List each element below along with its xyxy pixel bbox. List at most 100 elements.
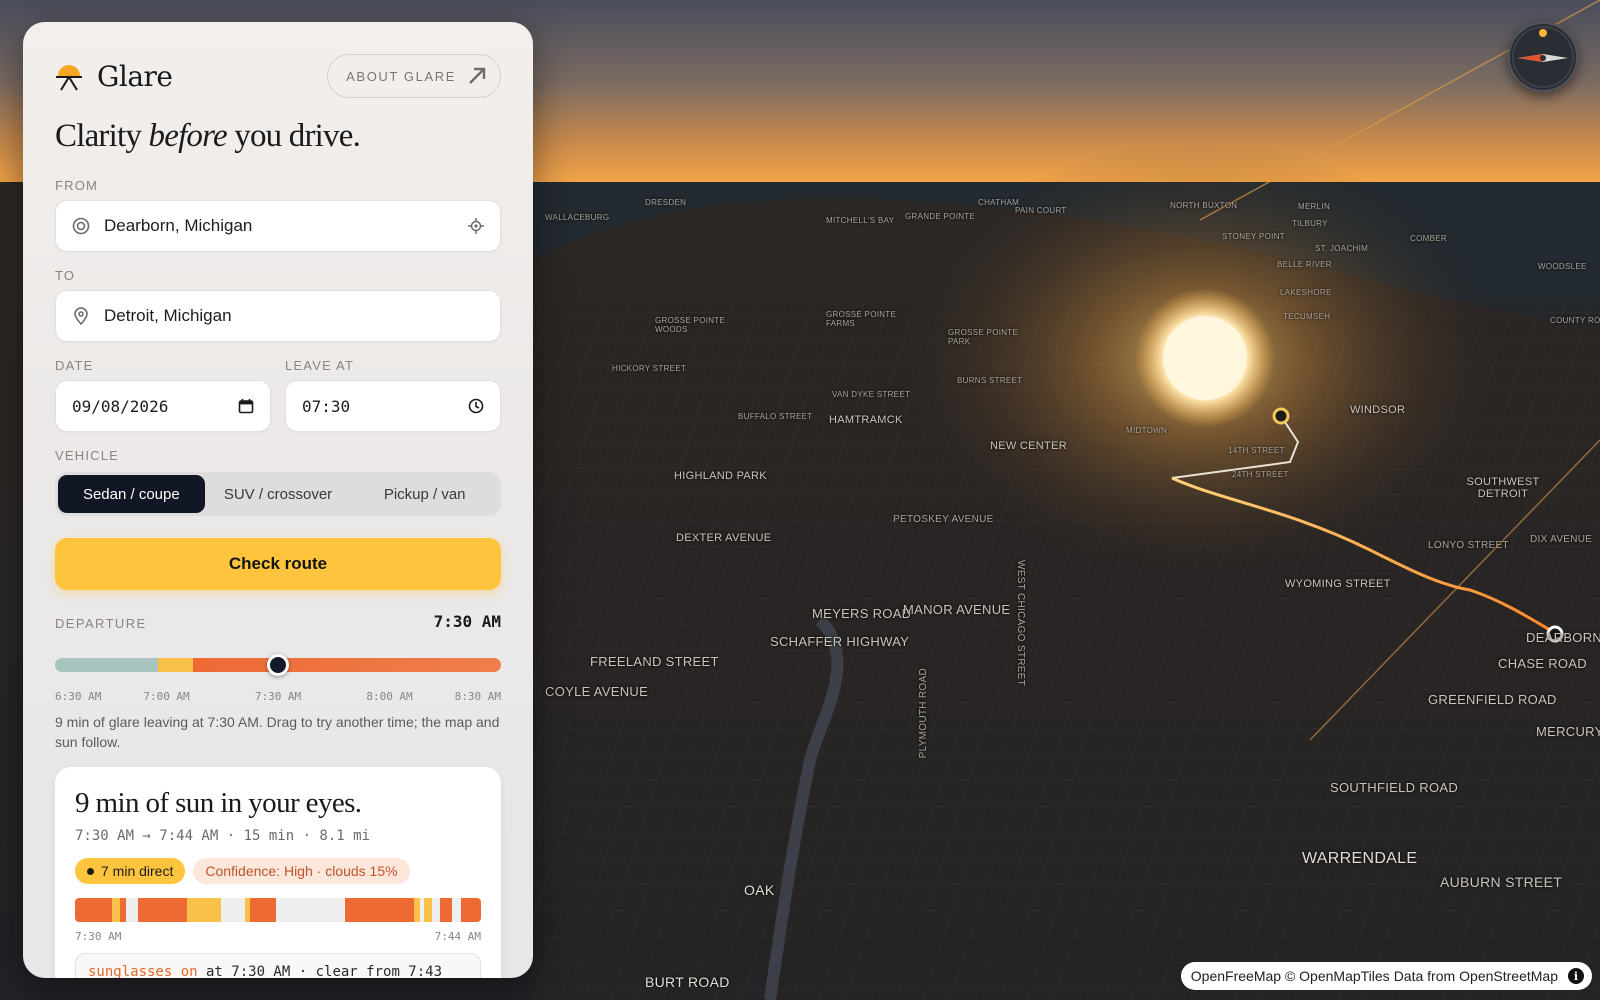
timeline-ticks: 7:30 AM 7:44 AM [75, 930, 481, 943]
clock-icon[interactable] [468, 398, 484, 414]
map-label: BUFFALO STREET [738, 412, 813, 421]
attribution-osm-link[interactable]: OpenStreetMap [1459, 968, 1558, 984]
sun-logo-icon [56, 64, 82, 91]
arrow-up-right-icon [469, 67, 486, 84]
trip-summary: 7:30 AM → 7:44 AM · 15 min · 8.1 mi [75, 828, 371, 844]
date-label: DATE [55, 358, 94, 373]
map-label: COYLE AVENUE [545, 684, 649, 699]
attribution-openmaptiles-link[interactable]: OpenFreeMap © OpenMapTiles [1191, 968, 1390, 984]
vehicle-option-pickup[interactable]: Pickup / van [351, 475, 498, 513]
map-label: AUBURN STREET [1440, 874, 1563, 890]
timeline-segment [424, 898, 433, 922]
from-field[interactable]: Dearborn, Michigan [55, 200, 501, 252]
map-label: WEST CHICAGO STREET [1015, 560, 1026, 687]
map-label: MANOR AVENUE [903, 602, 1011, 617]
calendar-icon[interactable] [238, 398, 254, 414]
map-label: MERCURY [1536, 724, 1600, 739]
departure-hint: 9 min of glare leaving at 7:30 AM. Drag … [55, 714, 500, 750]
to-label: TO [55, 268, 76, 283]
map-label: MERLIN [1298, 202, 1331, 211]
map-label: OAK [744, 882, 775, 898]
locate-me-icon[interactable] [468, 218, 484, 234]
origin-icon [72, 217, 90, 235]
timeline-segment [75, 898, 112, 922]
timeline-segment [111, 898, 120, 922]
to-field[interactable]: Detroit, Michigan [55, 290, 501, 342]
check-route-button[interactable]: Check route [55, 538, 501, 590]
timeline-segment [440, 898, 453, 922]
map-label: GRANDE POINTE [905, 212, 976, 221]
departure-label: DEPARTURE [55, 616, 147, 631]
vehicle-option-sedan[interactable]: Sedan / coupe [58, 475, 205, 513]
map-label: BURT ROAD [645, 974, 730, 990]
map-label: NEW CENTER [990, 440, 1067, 452]
tick-label: 8:30 AM [454, 690, 501, 703]
timeline-segment [249, 898, 276, 922]
map-label: COMBER [1410, 234, 1447, 243]
map-label: PAIN COURT [1015, 206, 1067, 215]
map-label: LONYO STREET [1428, 540, 1509, 551]
compass-button[interactable] [1508, 22, 1578, 92]
map-label: SOUTHFIELD ROAD [1330, 780, 1459, 795]
result-title: 9 min of sun in your eyes. [75, 787, 362, 819]
about-glare-button[interactable]: ABOUT GLARE [327, 54, 501, 98]
from-value: Dearborn, Michigan [104, 216, 253, 235]
map-label: MITCHELL'S BAY [826, 216, 895, 225]
timeline-segment [460, 898, 481, 922]
date-value: 09/08/2026 [72, 396, 169, 416]
map-label: DRESDEN [645, 198, 687, 207]
departure-slider-handle[interactable] [267, 654, 289, 676]
result-badges: 7 min direct Confidence: High · clouds 1… [75, 858, 481, 884]
tagline-pre: Clarity [55, 118, 149, 154]
time-value: 07:30 [302, 396, 351, 416]
leave-at-field[interactable]: 07:30 [285, 380, 501, 432]
map-label: TILBURY [1292, 219, 1328, 228]
timeline-segment [452, 898, 461, 922]
map-label: LAKESHORE [1280, 288, 1332, 297]
timeline-segment [275, 898, 345, 922]
map-label: GROSSE POINTE WOODS [655, 316, 726, 334]
map-label: WARRENDALE [1302, 850, 1418, 867]
tagline-emphasis: before [148, 118, 228, 154]
glare-timeline [75, 898, 481, 922]
advice-warning: sunglasses on [88, 964, 198, 978]
timeline-segment [432, 898, 441, 922]
confidence-badge: Confidence: High · clouds 15% [193, 858, 410, 884]
map-label: STONEY POINT [1222, 232, 1285, 241]
about-label: ABOUT GLARE [346, 68, 456, 84]
map-label: PETOSKEY AVENUE [893, 514, 994, 525]
map-pin-icon [72, 307, 90, 325]
timeline-segment [137, 898, 187, 922]
timeline-end: 7:44 AM [434, 930, 481, 943]
map-label: SCHAFFER HIGHWAY [770, 634, 910, 649]
map-attribution: OpenFreeMap © OpenMapTiles Data from Ope… [1180, 962, 1592, 990]
timeline-segment [344, 898, 414, 922]
map-label: HAMTRAMCK [829, 414, 903, 426]
result-card: 9 min of sun in your eyes. 7:30 AM → 7:4… [55, 767, 501, 978]
map-label: ST. JOACHIM [1315, 244, 1369, 253]
tick-label: 7:30 AM [254, 690, 302, 703]
map-label: CHASE ROAD [1498, 656, 1587, 671]
map-label: WYOMING STREET [1285, 578, 1391, 590]
map-label: DEXTER AVENUE [676, 532, 772, 544]
app-name: Glare [97, 60, 173, 93]
departure-time: 7:30 AM [433, 612, 501, 631]
map-label: GROSSE POINTE PARK [948, 328, 1019, 346]
tick-label: 8:00 AM [366, 690, 413, 703]
map-label: MEYERS ROAD [812, 606, 912, 621]
slider-segment-low [157, 658, 194, 672]
map-label: DEARBORN [1526, 630, 1600, 645]
time-label: LEAVE AT [285, 358, 355, 373]
map-label: WINDSOR [1350, 404, 1406, 416]
date-field[interactable]: 09/08/2026 [55, 380, 271, 432]
map-label: CHATHAM [978, 198, 1020, 207]
timeline-segment [186, 898, 222, 922]
vehicle-option-suv[interactable]: SUV / crossover [205, 475, 352, 513]
map-label: VAN DYKE STREET [832, 390, 911, 399]
timeline-segment [125, 898, 138, 922]
direct-glare-badge: 7 min direct [75, 858, 186, 884]
map-label: TECUMSEH [1283, 312, 1331, 321]
to-value: Detroit, Michigan [104, 306, 232, 325]
info-icon[interactable]: i [1568, 968, 1584, 984]
map-label: HIGHLAND PARK [674, 470, 767, 482]
